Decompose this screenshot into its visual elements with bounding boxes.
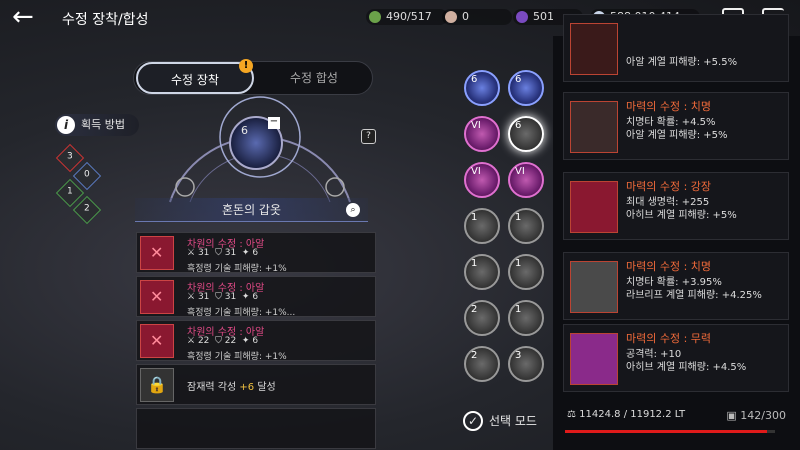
acquire-button[interactable]: i 획득 방법 [55, 114, 139, 136]
info-icon: i [57, 116, 75, 134]
inventory-card[interactable]: 마력의 수정 : 치명 치명타 확률: +4.5% 아알 계열 피해량: +5% [563, 92, 789, 160]
crystal-gem[interactable]: VI [464, 116, 500, 152]
inventory-card[interactable]: 마력의 수정 : 치명 치명타 확률: +3.95% 라브리프 계열 피해량: … [563, 252, 789, 320]
gear-name: 혼돈의 갑옷 [135, 198, 368, 222]
search-icon[interactable]: ⌕ [346, 203, 360, 217]
list-item[interactable]: 차원의 수정 : 아알 ⚔ 31 ⛉ 31 ✦ 6 흑정령 기술 피해량: +1… [136, 276, 376, 318]
crystal-icon [516, 11, 528, 23]
capacity-readout: ▣ 142/300 [726, 409, 786, 422]
remove-icon[interactable]: − [268, 117, 280, 129]
select-mode-toggle[interactable]: ✓ 선택 모드 [463, 411, 537, 431]
notification-badge: ! [239, 59, 253, 73]
locked-slot: 🔒 잠재력 각성 +6 달성 [136, 364, 376, 405]
crystal-image [570, 23, 618, 75]
weight-progress-bar [565, 430, 775, 433]
lock-icon: 🔒 [140, 368, 174, 402]
crystal-gem[interactable]: 6 [508, 116, 544, 152]
list-item[interactable] [136, 408, 376, 449]
help-icon[interactable]: ? [361, 129, 376, 144]
crystal-image [570, 261, 618, 313]
list-item[interactable]: 차원의 수정 : 아알 ⚔ 22 ⛉ 22 ✦ 6 흑정령 기술 피해량: +1… [136, 320, 376, 362]
crystal-list: 차원의 수정 : 아알 ⚔ 31 ⛉ 31 ✦ 6 흑정령 기술 피해량: +1… [136, 232, 376, 450]
crystal-image [570, 333, 618, 385]
crystal-thumbnail [140, 324, 174, 358]
list-item[interactable]: 차원의 수정 : 아알 ⚔ 31 ⛉ 31 ✦ 6 흑정령 기술 피해량: +1… [136, 232, 376, 274]
crystal-gem[interactable]: 1 [508, 254, 544, 290]
currency-energy: 490/517 [366, 9, 448, 25]
crystal-gem[interactable]: 2 [464, 300, 500, 336]
crystal-thumbnail [140, 236, 174, 270]
tab-bar: 수정 장착 수정 합성 [133, 61, 373, 95]
currency-pearl: 0 [442, 9, 512, 25]
crystal-gem[interactable]: 3 [508, 346, 544, 382]
crystal-gem[interactable]: 6 [508, 70, 544, 106]
stat-line: ⚔ 22 ⛉ 22 ✦ 6 [187, 336, 259, 346]
crystal-gem[interactable]: 1 [464, 208, 500, 244]
crystal-gem[interactable]: 2 [464, 346, 500, 382]
crystal-gem[interactable]: VI [508, 162, 544, 198]
back-arrow-icon[interactable]: ← [12, 4, 34, 30]
crystal-gem[interactable]: VI [464, 162, 500, 198]
weight-progress-fill [565, 430, 767, 433]
inventory-footer: ⚖ 11424.8 / 11912.2 LT ▣ 142/300 [553, 400, 800, 450]
crystal-gem[interactable]: 1 [508, 300, 544, 336]
crystal-inventory-panel: 아알 계열 피해량: +5.5% 마력의 수정 : 치명 치명타 확률: +4.… [553, 14, 800, 450]
stat-line: ⚔ 31 ⛉ 31 ✦ 6 [187, 292, 259, 302]
pearl-icon [445, 11, 457, 23]
crystal-gem[interactable]: 1 [508, 208, 544, 244]
crystal-gem[interactable]: 1 [464, 254, 500, 290]
inventory-card[interactable]: 마력의 수정 : 무력 공격력: +10 아히브 계열 피해량: +4.5% [563, 324, 789, 392]
inventory-card[interactable]: 아알 계열 피해량: +5.5% [563, 14, 789, 82]
checkmark-icon: ✓ [463, 411, 483, 431]
energy-icon [369, 11, 381, 23]
weight-readout: ⚖ 11424.8 / 11912.2 LT [567, 409, 686, 420]
crystal-image [570, 101, 618, 153]
tab-equip[interactable]: 수정 장착 [136, 62, 254, 94]
stat-line: ⚔ 31 ⛉ 31 ✦ 6 [187, 248, 259, 258]
crystal-gem[interactable]: 6 [464, 70, 500, 106]
inventory-card[interactable]: 마력의 수정 : 강장 최대 생명력: +255 아히브 계열 피해량: +5% [563, 172, 789, 240]
crystal-image [570, 181, 618, 233]
page-title: 수정 장착/합성 [62, 12, 149, 28]
crystal-thumbnail [140, 280, 174, 314]
tab-synth[interactable]: 수정 합성 [258, 62, 370, 94]
